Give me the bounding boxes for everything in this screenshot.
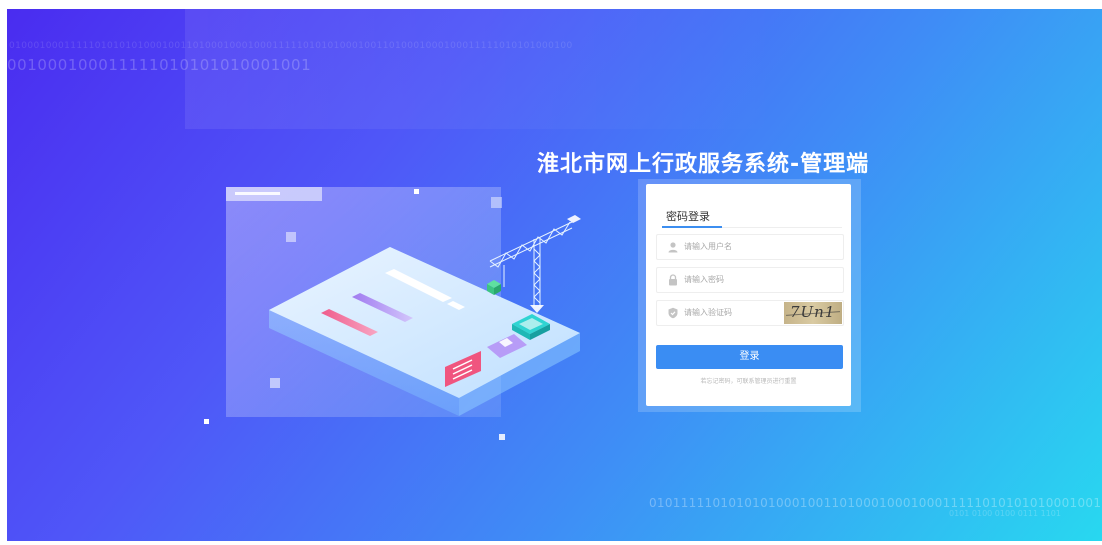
isometric-illustration — [204, 187, 581, 440]
lock-icon — [669, 274, 677, 286]
float-square — [414, 189, 419, 194]
float-square — [499, 434, 505, 440]
background-canvas: 0100010001111101010101000100110100010001… — [7, 9, 1102, 541]
back-window-titlebar-line — [235, 192, 280, 195]
captcha-image[interactable]: 7Un1 — [784, 302, 842, 324]
login-button[interactable]: 登录 — [656, 345, 843, 369]
tab-password-login[interactable]: 密码登录 — [666, 208, 710, 224]
crane — [489, 221, 573, 307]
username-field[interactable]: 请输入用户名 — [656, 234, 844, 260]
shield-icon — [668, 307, 678, 319]
captcha-field[interactable]: 请输入验证码 7Un1 — [656, 300, 844, 326]
captcha-placeholder: 请输入验证码 — [684, 308, 732, 317]
username-placeholder: 请输入用户名 — [684, 242, 732, 251]
forgot-password-hint: 若忘记密码，可联系管理员进行重置 — [700, 378, 797, 385]
login-card: 密码登录 请输入用户名 请输入密码 请输入验证码 7Un1 登录 若忘记密码，可… — [646, 184, 851, 406]
user-icon — [668, 242, 678, 253]
password-field[interactable]: 请输入密码 — [656, 267, 844, 293]
password-placeholder: 请输入密码 — [684, 275, 724, 284]
float-square — [491, 197, 502, 208]
float-square — [204, 419, 209, 424]
tab-active-indicator — [662, 226, 722, 228]
float-square — [286, 232, 296, 242]
float-square — [270, 378, 280, 388]
system-title: 淮北市网上行政服务系统-管理端 — [537, 152, 870, 177]
